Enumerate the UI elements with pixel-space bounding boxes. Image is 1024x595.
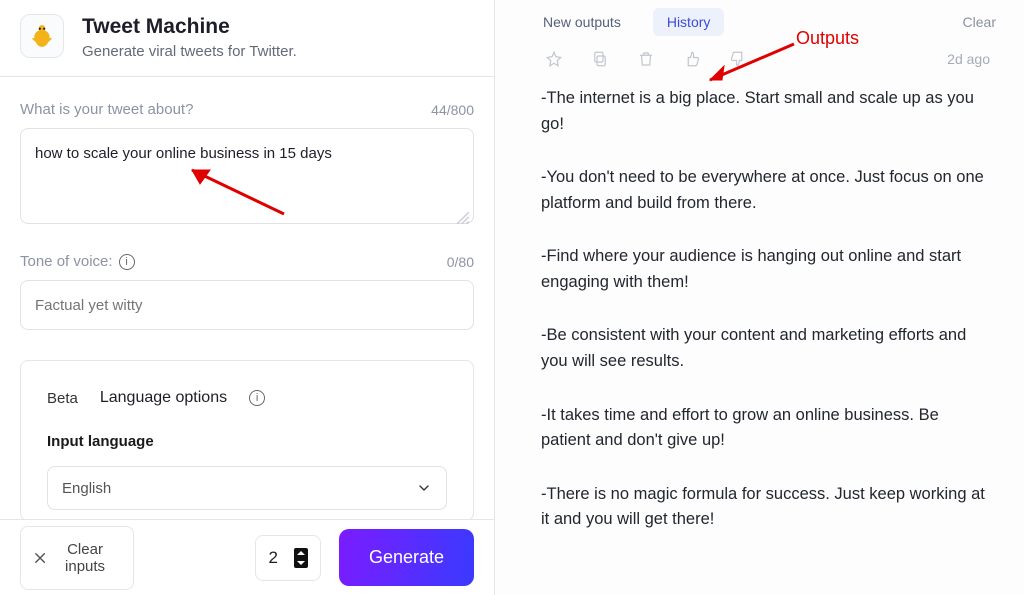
output-paragraph: -There is no magic formula for success. … <box>541 482 992 533</box>
star-icon[interactable] <box>545 50 563 68</box>
quantity-step-control[interactable] <box>294 548 308 568</box>
generate-button[interactable]: Generate <box>339 529 474 586</box>
topic-label: What is your tweet about? <box>20 101 193 118</box>
tone-counter: 0/80 <box>447 254 474 270</box>
close-icon <box>35 552 45 564</box>
app-logo-icon <box>20 14 64 58</box>
output-meta-row: 2d ago <box>495 42 1024 72</box>
app-title: Tweet Machine <box>82 14 297 39</box>
output-timestamp: 2d ago <box>947 51 990 67</box>
tab-history[interactable]: History <box>653 8 725 36</box>
tab-new-outputs[interactable]: New outputs <box>529 8 635 36</box>
output-paragraph: -The internet is a big place. Start smal… <box>541 86 992 137</box>
resize-handle-icon[interactable] <box>456 211 470 225</box>
app-subtitle: Generate viral tweets for Twitter. <box>82 43 297 60</box>
app-header: Tweet Machine Generate viral tweets for … <box>0 0 494 77</box>
output-paragraph: -Be consistent with your content and mar… <box>541 323 992 374</box>
clear-outputs-button[interactable]: Clear <box>963 14 996 30</box>
output-paragraph: -Find where your audience is hanging out… <box>541 244 992 295</box>
tabs-row: New outputs History Clear <box>495 0 1024 42</box>
input-panel: Tweet Machine Generate viral tweets for … <box>0 0 495 595</box>
beta-badge: Beta <box>47 390 78 407</box>
topic-section: What is your tweet about? 44/800 <box>0 77 494 229</box>
info-icon[interactable]: i <box>249 390 265 406</box>
input-language-select[interactable]: English <box>47 466 447 510</box>
input-scroll-area[interactable]: Tweet Machine Generate viral tweets for … <box>0 0 494 519</box>
copy-icon[interactable] <box>591 50 609 68</box>
thumbs-down-icon[interactable] <box>729 50 747 68</box>
output-body[interactable]: -The internet is a big place. Start smal… <box>495 72 1024 581</box>
output-paragraph: -It takes time and effort to grow an onl… <box>541 403 992 454</box>
output-paragraph: -You don't need to be everywhere at once… <box>541 165 992 216</box>
info-icon[interactable]: i <box>119 254 135 270</box>
output-panel: New outputs History Clear 2d ago -The in… <box>495 0 1024 595</box>
clear-inputs-label: Clear inputs <box>51 541 119 575</box>
input-language-label: Input language <box>47 433 447 450</box>
language-options-title: Language options <box>100 389 227 407</box>
chevron-down-icon <box>416 480 432 496</box>
tone-label: Tone of voice: <box>20 253 113 270</box>
topic-input[interactable] <box>20 128 474 224</box>
tone-input[interactable] <box>20 280 474 330</box>
thumbs-up-icon[interactable] <box>683 50 701 68</box>
quantity-value: 2 <box>268 548 277 568</box>
tone-section: Tone of voice: i 0/80 <box>0 229 494 330</box>
language-options-box: Beta Language options i Input language E… <box>20 360 474 519</box>
trash-icon[interactable] <box>637 50 655 68</box>
quantity-stepper[interactable]: 2 <box>255 535 320 581</box>
bottom-bar: Clear inputs 2 Generate <box>0 519 494 595</box>
input-language-value: English <box>62 480 111 497</box>
topic-counter: 44/800 <box>431 102 474 118</box>
clear-inputs-button[interactable]: Clear inputs <box>20 526 134 590</box>
